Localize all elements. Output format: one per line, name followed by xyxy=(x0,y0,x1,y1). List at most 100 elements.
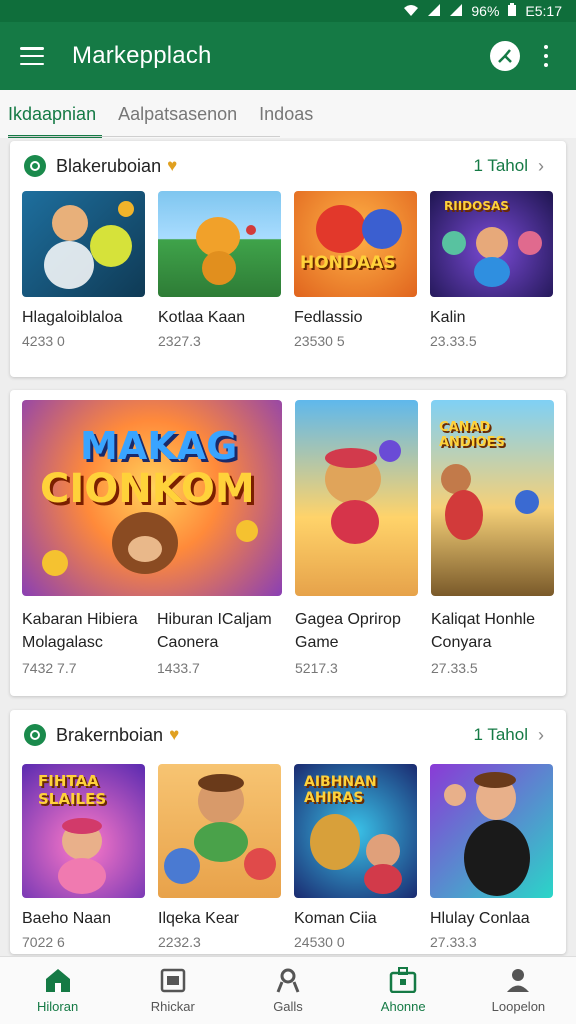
game-rating: 1433.7 xyxy=(157,660,200,676)
see-all-link[interactable]: 1 Tahol xyxy=(473,156,528,176)
game-name: Koman Ciia xyxy=(294,910,377,927)
menu-icon[interactable] xyxy=(20,47,44,65)
game-rating: 7022 6 xyxy=(22,934,65,950)
briefcase-icon xyxy=(389,967,417,994)
wifi-icon xyxy=(403,3,419,20)
game-thumbnail[interactable] xyxy=(158,764,281,898)
section-icon xyxy=(24,724,46,746)
tab-divider xyxy=(8,136,280,137)
page-title: Markepplach xyxy=(72,42,212,69)
thumb-title-text: AIBHNAN AHIRAS xyxy=(304,774,377,806)
game-rating: 23.33.5 xyxy=(430,333,477,349)
nav-label: Galls xyxy=(273,999,303,1014)
game-item[interactable]: RIIDOSAS Kalin 23.33.5 xyxy=(430,191,553,349)
game-rating: 5217.3 xyxy=(295,660,338,676)
section-title: Blakeruboian xyxy=(56,155,162,176)
battery-percent: 96% xyxy=(471,3,500,19)
game-thumbnail[interactable]: HONDAAS xyxy=(294,191,417,297)
game-item[interactable]: FIHTAA SLAILES Baeho Naan 7022 6 xyxy=(22,764,145,950)
tab-bar: Ikdaapnian Aalpatsasenon Indoas xyxy=(0,90,576,138)
chevron-right-icon[interactable]: › xyxy=(538,725,544,746)
status-bar: 96% E5:17 xyxy=(0,0,576,22)
battery-icon xyxy=(507,2,517,20)
game-name: Kalin xyxy=(430,309,466,326)
nav-label: Rhickar xyxy=(150,999,195,1014)
home-icon xyxy=(44,967,72,993)
thumb-title-text: HONDAAS xyxy=(300,253,396,273)
game-name-line2: Caonera xyxy=(157,634,219,651)
game-item[interactable]: Ilqeka Kear 2232.3 xyxy=(158,764,281,950)
game-rating: 7432 7.7 xyxy=(22,660,77,676)
game-rating: 2232.3 xyxy=(158,934,201,950)
signal-icon xyxy=(449,3,463,20)
game-item[interactable]: AIBHNAN AHIRAS Koman Ciia 24530 0 xyxy=(294,764,417,950)
game-name: Baeho Naan xyxy=(22,910,111,927)
game-name: Gagea Oprirop xyxy=(295,611,401,628)
tab-ikdaapnian[interactable]: Ikdaapnian xyxy=(8,94,103,138)
label-mask: Kabaran Hibiera Molagalasc 7432 7.7 xyxy=(22,608,152,688)
game-thumbnail[interactable]: CANAD ANDIOES xyxy=(431,400,554,596)
signal-icon xyxy=(427,3,441,20)
nav-item-ahonne[interactable]: Ahonne xyxy=(346,957,461,1024)
nav-item-rhickar[interactable]: Rhickar xyxy=(115,957,230,1024)
game-item-label: Hiburan ICaljam Caonera 1433.7 xyxy=(157,608,282,676)
game-rating: 27.33.5 xyxy=(431,660,478,676)
game-thumbnail[interactable]: AIBHNAN AHIRAS xyxy=(294,764,417,898)
game-rating: 27.33.3 xyxy=(430,934,477,950)
game-name: Kotlaa Kaan xyxy=(158,309,246,326)
game-thumbnail[interactable]: RIIDOSAS xyxy=(430,191,553,297)
game-thumbnail[interactable] xyxy=(158,191,281,297)
nav-item-loopelon[interactable]: Loopelon xyxy=(461,957,576,1024)
game-thumbnail[interactable] xyxy=(22,191,145,297)
app-bar: Markepplach xyxy=(0,22,576,90)
game-name-line2: Game xyxy=(295,634,339,651)
game-thumbnail[interactable]: FIHTAA SLAILES xyxy=(22,764,145,898)
game-name: Hiburan ICaljam xyxy=(157,611,272,628)
section-card-3: Brakernboian ♥ 1 Tahol › FIHTAA SLAILES … xyxy=(10,710,566,954)
game-name: Kabaran Hibiera xyxy=(22,611,138,628)
clock: E5:17 xyxy=(525,3,562,19)
section-header: Blakeruboian ♥ 1 Tahol › xyxy=(10,141,566,191)
nav-item-galls[interactable]: Galls xyxy=(230,957,345,1024)
more-options-icon[interactable] xyxy=(544,45,550,67)
game-name-line2: Conyara xyxy=(431,634,492,651)
game-name: Fedlassio xyxy=(294,309,363,326)
account-icon xyxy=(504,967,532,993)
nav-item-hiloran[interactable]: Hiloran xyxy=(0,957,115,1024)
tab-indoas[interactable]: Indoas xyxy=(259,94,313,135)
chevron-right-icon[interactable]: › xyxy=(538,156,544,177)
game-thumbnail[interactable] xyxy=(430,764,553,898)
section-icon xyxy=(24,155,46,177)
nav-label: Loopelon xyxy=(491,999,546,1014)
game-rating: 2327.3 xyxy=(158,333,201,349)
banner-title-bottom: CIONKOM xyxy=(40,466,255,512)
thumb-title-text: RIIDOSAS xyxy=(444,199,509,213)
see-all-link[interactable]: 1 Tahol xyxy=(473,725,528,745)
game-item[interactable]: Gagea Oprirop Game 5217.3 xyxy=(295,400,418,676)
game-rating: 4233 0 xyxy=(22,333,65,349)
game-item[interactable]: CANAD ANDIOES Kaliqat Honhle Conyara 27.… xyxy=(431,400,554,676)
game-item[interactable]: HONDAAS Fedlassio 23530 5 xyxy=(294,191,417,349)
bottom-navigation: Hiloran Rhickar Galls Ahonne Loopelon xyxy=(0,956,576,1024)
thumb-title-text: CANAD ANDIOES xyxy=(439,420,505,450)
heart-icon: ♥ xyxy=(169,725,180,744)
game-banner[interactable]: MAKAG CIONKOM xyxy=(22,400,282,596)
game-thumbnail[interactable] xyxy=(295,400,418,596)
game-item[interactable]: Kotlaa Kaan 2327.3 xyxy=(158,191,281,349)
banner-title-top: MAKAG xyxy=(80,424,238,468)
nav-label: Ahonne xyxy=(380,999,426,1014)
store-icon xyxy=(159,967,187,993)
game-item[interactable]: Hlulay Conlaa 27.33.3 xyxy=(430,764,553,950)
game-rating: 24530 0 xyxy=(294,934,345,950)
person-icon xyxy=(274,967,302,993)
game-item[interactable]: Hlagaloiblaloa 4233 0 xyxy=(22,191,145,349)
game-name: Hlagaloiblaloa xyxy=(22,309,123,326)
section-card-1: Blakeruboian ♥ 1 Tahol › Hlagaloiblaloa … xyxy=(10,141,566,377)
section-title: Brakernboian xyxy=(56,724,164,745)
game-name-line2: Molagalasc xyxy=(22,634,103,651)
profile-icon[interactable] xyxy=(490,41,520,71)
game-name: Kaliqat Honhle xyxy=(431,611,536,628)
thumb-title-text: FIHTAA SLAILES xyxy=(38,772,107,808)
nav-label: Hiloran xyxy=(37,999,79,1014)
tab-aalpatsasenon[interactable]: Aalpatsasenon xyxy=(118,94,237,135)
